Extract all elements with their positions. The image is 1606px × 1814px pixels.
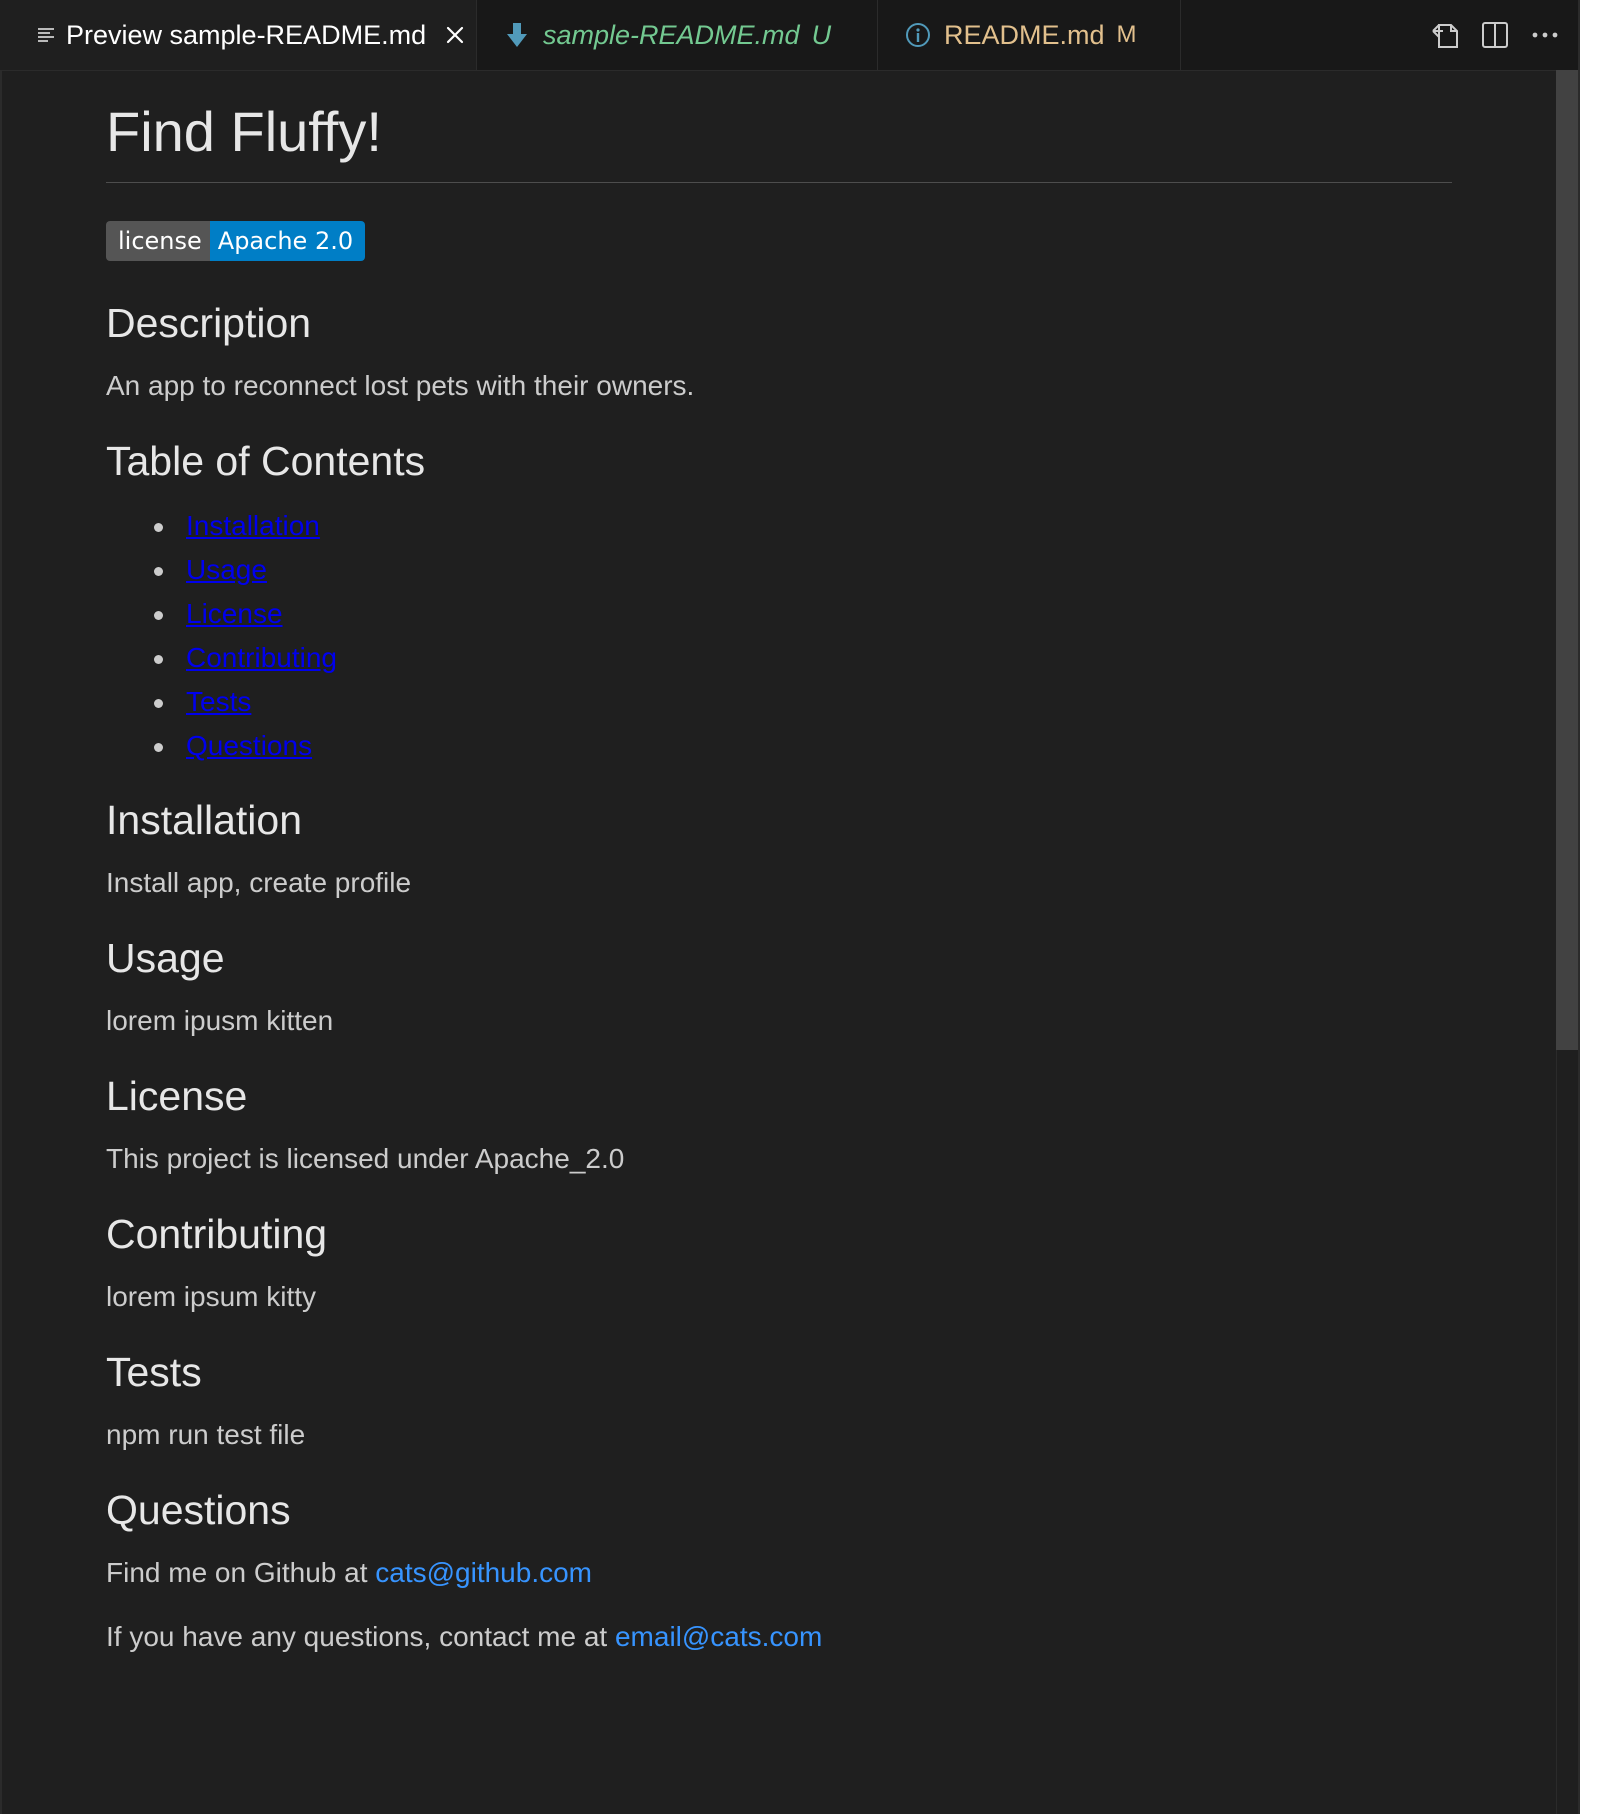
git-modified-badge: M [1116, 21, 1137, 48]
editor-actions [1420, 0, 1570, 70]
heading-description: Description [106, 300, 312, 346]
badge-value: Apache 2.0 [209, 221, 366, 262]
heading-license: License [106, 1073, 248, 1119]
tab-label: README.md [944, 19, 1105, 50]
github-prefix: Find me on Github at [106, 1557, 376, 1588]
toc-link-license[interactable]: License [186, 598, 283, 629]
contributing-text: lorem ipsum kitty [106, 1281, 317, 1312]
page-title: Find Fluffy! [106, 100, 1452, 184]
tab-label: Preview sample-README.md [66, 19, 427, 50]
split-editor-icon[interactable] [1477, 17, 1513, 53]
tests-text: npm run test file [106, 1419, 306, 1450]
heading-contributing: Contributing [106, 1211, 328, 1257]
email-link[interactable]: email@cats.com [615, 1621, 822, 1652]
heading-table-of-contents: Table of Contents [106, 438, 426, 484]
tab-preview-sample-readme[interactable]: Preview sample-README.md [0, 0, 477, 70]
tab-label: sample-README.md [543, 19, 800, 50]
scrollbar-thumb[interactable] [1556, 70, 1578, 1050]
usage-text: lorem ipusm kitten [106, 1005, 334, 1036]
description-text: An app to reconnect lost pets with their… [106, 370, 695, 401]
toc-list: Installation Usage License Contributing … [106, 504, 337, 768]
editor-tab-bar: Preview sample-README.md sample-README.m… [0, 0, 1606, 71]
markdown-preview: Find Fluffy! license Apache 2.0 [106, 70, 1452, 262]
toc-item: Installation [106, 504, 337, 548]
toc-link-contributing[interactable]: Contributing [186, 642, 337, 673]
toc-link-tests[interactable]: Tests [186, 686, 251, 717]
git-untracked-badge: U [811, 19, 832, 50]
email-prefix: If you have any questions, contact me at [106, 1621, 615, 1652]
toc-item: License [106, 592, 337, 636]
info-icon [904, 21, 932, 49]
toc-link-questions[interactable]: Questions [186, 730, 312, 761]
heading-installation: Installation [106, 797, 303, 843]
heading-questions: Questions [106, 1487, 291, 1533]
tab-readme[interactable]: README.md M [878, 0, 1181, 70]
toc-link-usage[interactable]: Usage [186, 554, 267, 585]
window-edge [1580, 0, 1606, 1814]
toc-item: Tests [106, 680, 337, 724]
toc-item: Usage [106, 548, 337, 592]
license-text: This project is licensed under Apache_2.… [106, 1143, 625, 1174]
toc-item: Contributing [106, 636, 337, 680]
questions-email-line: If you have any questions, contact me at… [106, 1621, 822, 1653]
toc-link-installation[interactable]: Installation [186, 510, 320, 541]
tab-sample-readme[interactable]: sample-README.md U [477, 0, 878, 70]
badge-key: license [106, 221, 210, 262]
more-actions-icon[interactable] [1527, 17, 1563, 53]
preview-lines-icon [36, 25, 56, 45]
close-icon[interactable] [440, 20, 470, 50]
open-source-icon[interactable] [1427, 17, 1463, 53]
installation-text: Install app, create profile [106, 867, 412, 898]
questions-github-line: Find me on Github at cats@github.com [106, 1557, 592, 1589]
heading-tests: Tests [106, 1349, 202, 1395]
license-badge[interactable]: license Apache 2.0 [106, 221, 366, 262]
heading-usage: Usage [106, 935, 225, 981]
editor-left-border [0, 70, 2, 1814]
github-link[interactable]: cats@github.com [375, 1557, 592, 1588]
toc-item: Questions [106, 724, 337, 768]
markdown-arrow-icon [505, 21, 529, 49]
